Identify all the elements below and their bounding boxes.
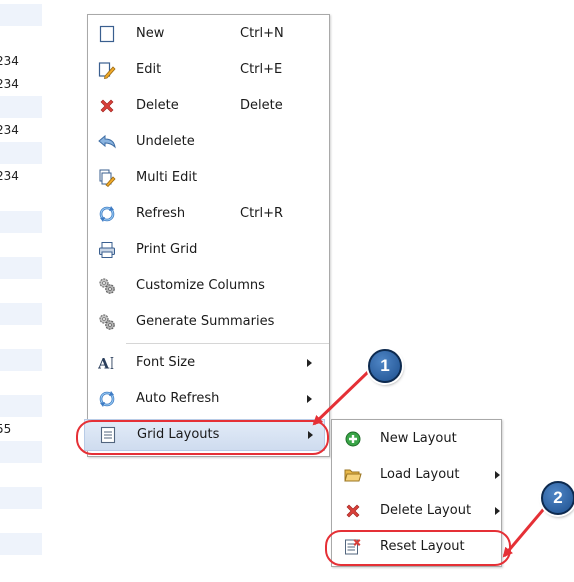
grid-row[interactable]: 234 bbox=[0, 165, 42, 187]
menu-item-edit-label: Edit bbox=[136, 62, 162, 77]
submenu-item-load-layout-label: Load Layout bbox=[380, 467, 460, 482]
menu-item-print-grid-label: Print Grid bbox=[136, 242, 198, 257]
submenu-item-delete-layout[interactable]: Delete Layout bbox=[332, 493, 501, 529]
gears-icon bbox=[98, 313, 116, 331]
grid-row[interactable] bbox=[0, 257, 42, 279]
menu-item-auto-refresh-label: Auto Refresh bbox=[136, 391, 220, 406]
refresh-icon bbox=[98, 205, 116, 223]
grid-row[interactable] bbox=[0, 211, 42, 233]
green-plus-icon bbox=[344, 430, 362, 448]
callout-ring-reset-layout bbox=[325, 530, 511, 566]
submenu-item-new-layout[interactable]: New Layout bbox=[332, 421, 501, 457]
refresh-icon bbox=[98, 390, 116, 408]
menu-item-generate-summaries-label: Generate Summaries bbox=[136, 314, 275, 329]
submenu-arrow-icon bbox=[307, 359, 312, 367]
menu-item-undelete[interactable]: Undelete bbox=[88, 124, 329, 160]
menu-separator bbox=[126, 343, 329, 344]
menu-item-new[interactable]: New Ctrl+N bbox=[88, 16, 329, 52]
menu-item-auto-refresh[interactable]: Auto Refresh bbox=[88, 381, 329, 417]
red-x-icon bbox=[98, 97, 116, 115]
grid-row[interactable] bbox=[0, 533, 42, 555]
menu-item-font-size[interactable]: A Font Size bbox=[88, 345, 329, 381]
menu-item-customize-columns-label: Customize Columns bbox=[136, 278, 265, 293]
menu-item-delete-label: Delete bbox=[136, 98, 179, 113]
menu-item-delete[interactable]: Delete Delete bbox=[88, 88, 329, 124]
grid-row[interactable] bbox=[0, 441, 42, 463]
grid-row[interactable] bbox=[0, 349, 42, 371]
grid-row[interactable] bbox=[0, 96, 42, 118]
menu-item-new-label: New bbox=[136, 26, 165, 41]
menu-item-generate-summaries[interactable]: Generate Summaries bbox=[88, 304, 329, 340]
menu-item-new-shortcut: Ctrl+N bbox=[240, 26, 284, 41]
grid-row[interactable]: 55 bbox=[0, 418, 42, 440]
grid-row[interactable]: 234 bbox=[0, 73, 42, 95]
grid-row[interactable] bbox=[0, 142, 42, 164]
submenu-item-delete-layout-label: Delete Layout bbox=[380, 503, 472, 518]
grid-row[interactable] bbox=[0, 280, 42, 302]
menu-item-customize-columns[interactable]: Customize Columns bbox=[88, 268, 329, 304]
menu-item-edit-shortcut: Ctrl+E bbox=[240, 62, 283, 77]
callout-badge-1: 1 bbox=[368, 349, 402, 383]
menu-item-edit[interactable]: Edit Ctrl+E bbox=[88, 52, 329, 88]
grid-row[interactable] bbox=[0, 487, 42, 509]
submenu-arrow-icon bbox=[495, 507, 500, 515]
callout-badge-2: 2 bbox=[541, 481, 574, 515]
pencil-icon bbox=[98, 61, 116, 79]
open-folder-icon bbox=[344, 466, 362, 484]
context-menu: New Ctrl+N Edit Ctrl+E Delete Delete Undelete M… bbox=[84, 14, 330, 457]
submenu-item-new-layout-label: New Layout bbox=[380, 431, 457, 446]
submenu-arrow-icon bbox=[495, 471, 500, 479]
red-x-icon bbox=[344, 502, 362, 520]
grid-row[interactable] bbox=[0, 372, 42, 394]
menu-item-delete-shortcut: Delete bbox=[240, 98, 283, 113]
background-grid: 23423423423455 bbox=[0, 0, 48, 582]
blank-page-icon bbox=[98, 25, 116, 43]
grid-row[interactable] bbox=[0, 27, 42, 49]
printer-icon bbox=[98, 241, 116, 259]
menu-item-multi-edit[interactable]: Multi Edit bbox=[88, 160, 329, 196]
multi-edit-icon bbox=[98, 169, 116, 187]
submenu-arrow-icon bbox=[307, 395, 312, 403]
menu-item-refresh-label: Refresh bbox=[136, 206, 186, 221]
callout-ring-grid-layouts bbox=[76, 420, 329, 455]
menu-item-refresh[interactable]: Refresh Ctrl+R bbox=[88, 196, 329, 232]
grid-row[interactable] bbox=[0, 464, 42, 486]
grid-row[interactable]: 234 bbox=[0, 119, 42, 141]
grid-row[interactable] bbox=[0, 4, 42, 26]
grid-row[interactable] bbox=[0, 303, 42, 325]
grid-row[interactable] bbox=[0, 188, 42, 210]
menu-item-undelete-label: Undelete bbox=[136, 134, 195, 149]
menu-item-multi-edit-label: Multi Edit bbox=[136, 170, 198, 185]
grid-row[interactable] bbox=[0, 395, 42, 417]
menu-item-print-grid[interactable]: Print Grid bbox=[88, 232, 329, 268]
menu-item-refresh-shortcut: Ctrl+R bbox=[240, 206, 284, 221]
svg-text:A: A bbox=[98, 355, 110, 372]
undo-arrow-icon bbox=[98, 133, 116, 151]
menu-item-font-size-label: Font Size bbox=[136, 355, 196, 370]
grid-row[interactable] bbox=[0, 234, 42, 256]
submenu-item-load-layout[interactable]: Load Layout bbox=[332, 457, 501, 493]
grid-row[interactable] bbox=[0, 510, 42, 532]
font-size-icon: A bbox=[98, 354, 116, 372]
gears-icon bbox=[98, 277, 116, 295]
grid-row[interactable]: 234 bbox=[0, 50, 42, 72]
grid-row[interactable] bbox=[0, 326, 42, 348]
